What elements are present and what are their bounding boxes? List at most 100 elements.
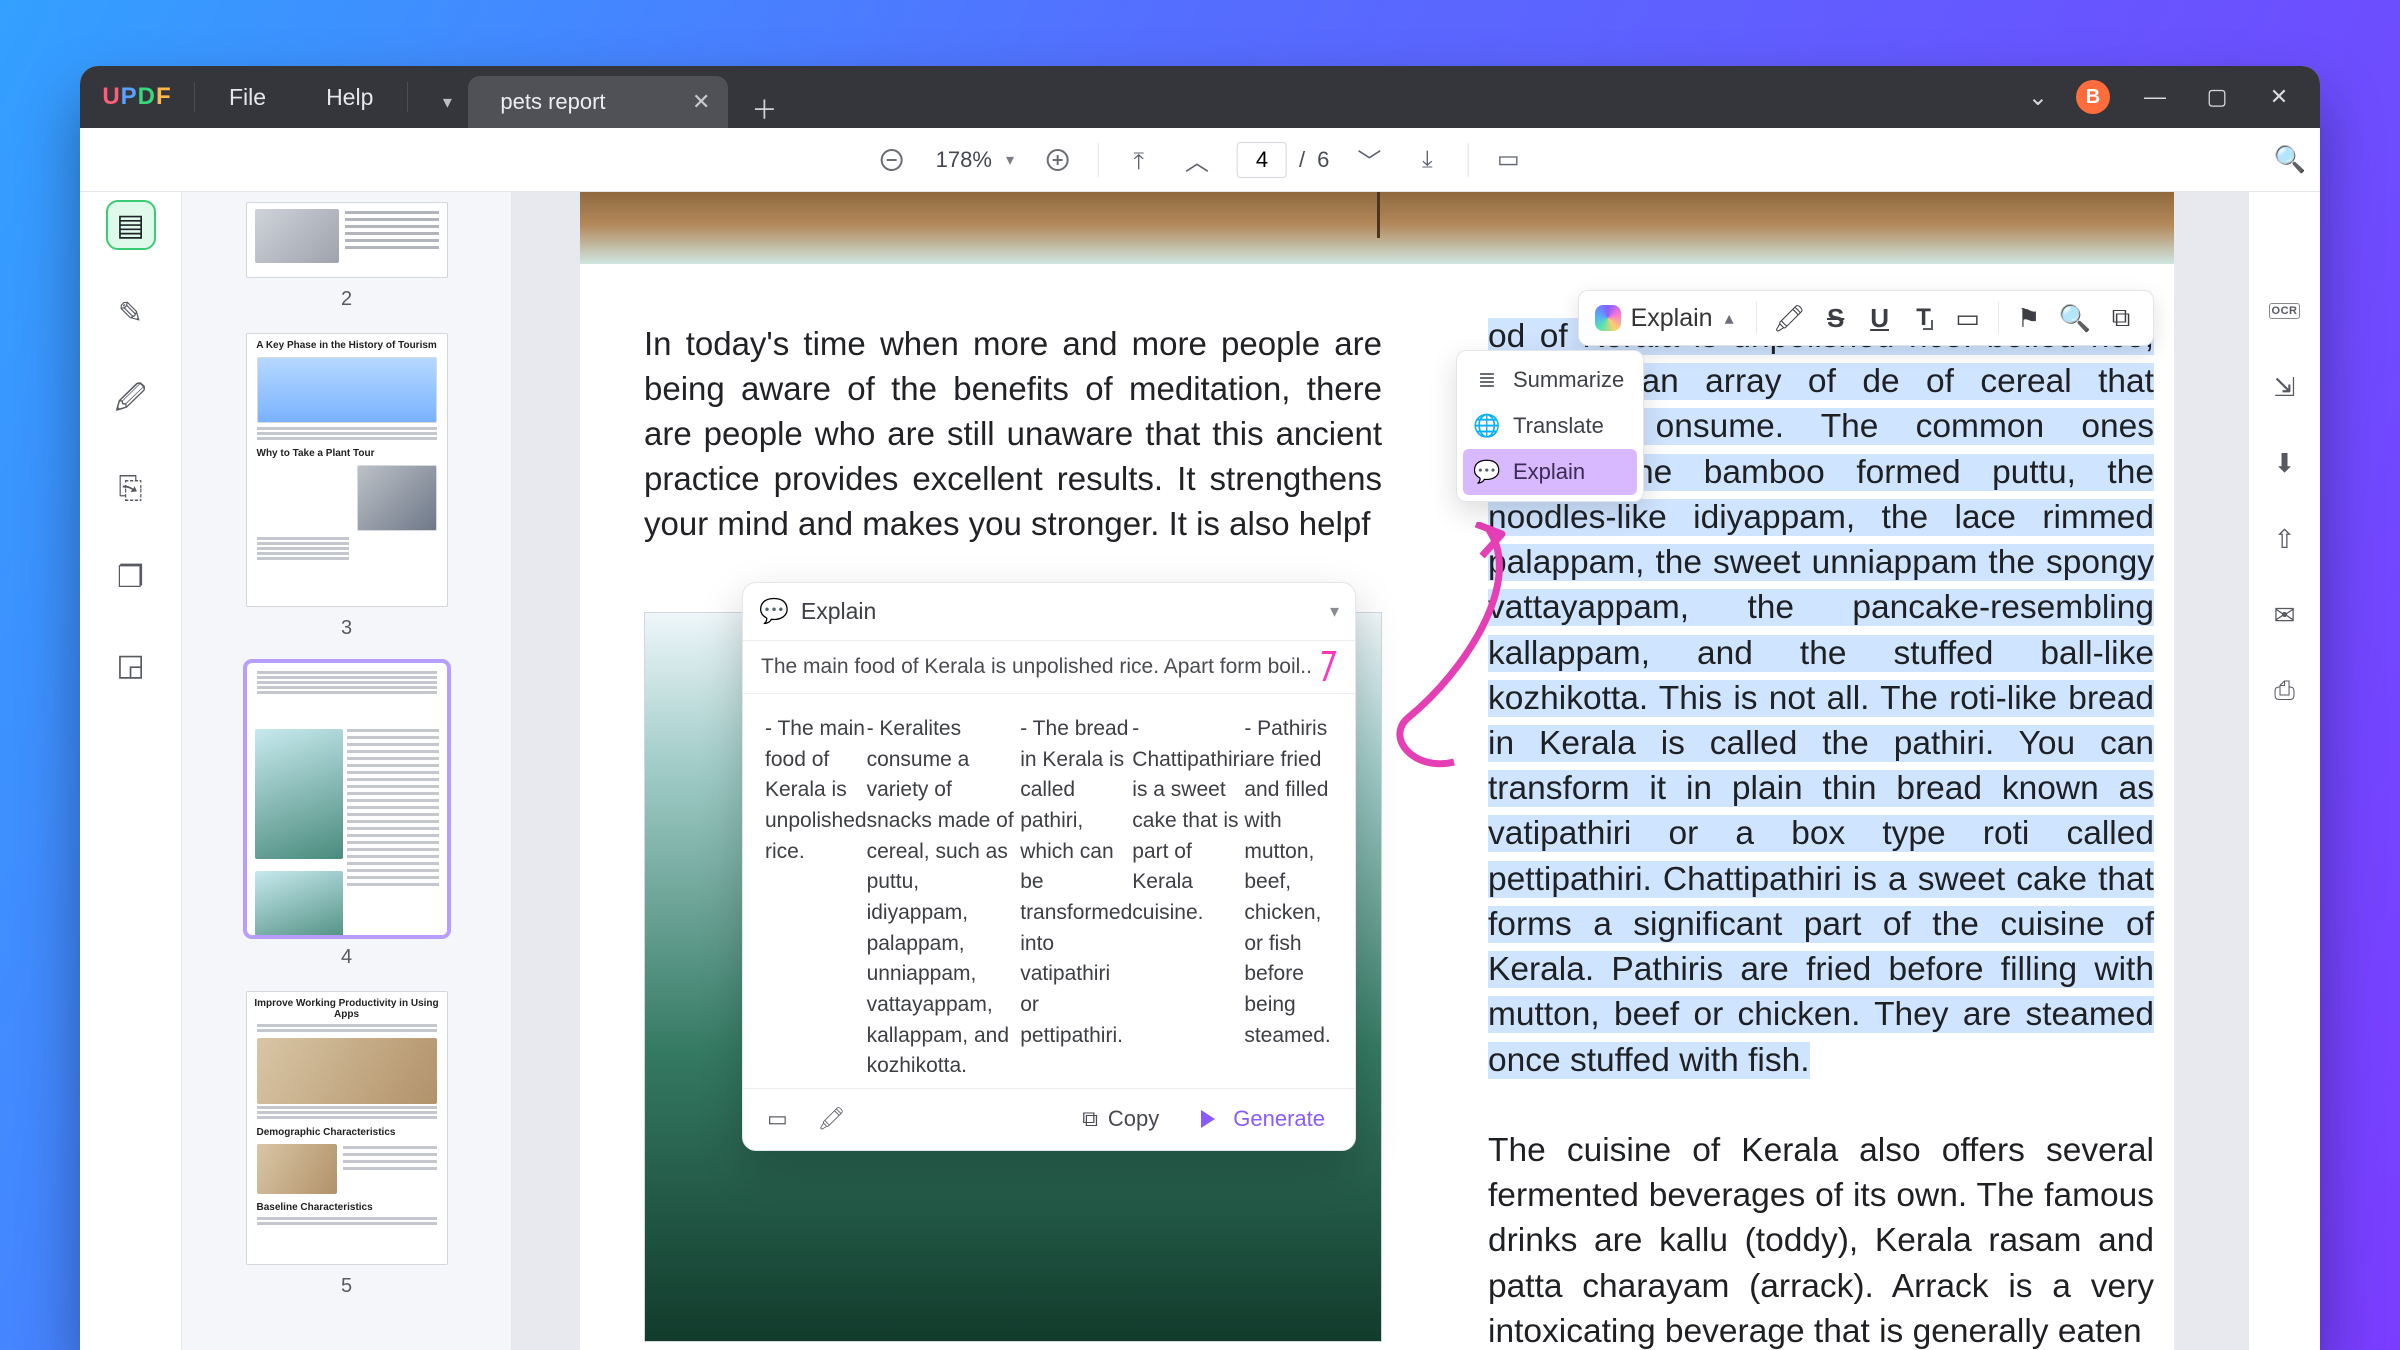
ai-menu-translate[interactable]: 🌐Translate [1457, 403, 1643, 449]
share-button[interactable]: ⇧ [2266, 520, 2304, 558]
ai-explain-panel: 💬 Explain ▾ The main food of Kerala is u… [742, 582, 1356, 1151]
close-icon[interactable]: ✕ [692, 89, 710, 115]
cursor-caret-icon [1312, 651, 1337, 681]
strikethrough-icon: S [1827, 303, 1844, 334]
page-header-image [580, 192, 2174, 264]
search-selection-button[interactable]: 🔍 [2051, 298, 2099, 338]
separator [1756, 302, 1757, 334]
copy-selection-button[interactable]: ⧉ [2099, 298, 2143, 338]
thumbnail-page-3[interactable]: A Key Phase in the History of Tourism Wh… [246, 333, 448, 607]
play-icon [1201, 1110, 1215, 1128]
window-controls: ⌄ B — ▢ ✕ [2028, 80, 2320, 114]
comment-button[interactable]: ▭ [1946, 298, 1990, 338]
save-icon: ⬇ [2274, 448, 2296, 479]
document-tab[interactable]: pets report ✕ [468, 76, 728, 128]
search-icon: 🔍 [2274, 144, 2306, 175]
tab-list-dropdown-icon[interactable]: ▾ [432, 76, 462, 128]
ai-menu-explain[interactable]: 💬 Explain [1463, 449, 1637, 495]
chat-history-button[interactable]: ▭ [759, 1098, 796, 1140]
pages-icon: ⎘ [119, 472, 143, 506]
strikethrough-button[interactable]: S [1814, 298, 1858, 338]
underline-icon: U [1870, 303, 1889, 334]
app-window: UPDF File Help ▾ pets report ✕ ＋ ⌄ B — ▢… [80, 66, 2320, 1350]
document-viewport[interactable]: In today's time when more and more peopl… [512, 192, 2248, 1350]
highlight-result-button[interactable]: 🖍 [810, 1098, 854, 1140]
page-stack-icon: ❐ [117, 560, 144, 595]
crop-tool-button[interactable]: ◲ [108, 642, 154, 688]
selection-toolbar: Explain ▴ 🖍 S U T ▭ ⚑ 🔍 ⧉ [1578, 290, 2154, 346]
crop-icon: ◲ [116, 648, 144, 683]
page-right-paragraph-2: The cuisine of Kerala also offers severa… [1488, 1132, 2154, 1350]
first-page-button[interactable]: ⤓ [1121, 142, 1157, 178]
email-button[interactable]: ✉ [2266, 596, 2304, 634]
prev-page-button[interactable]: ︿ [1179, 142, 1215, 178]
left-tool-rail: ▤ ✎ 🖉 ⎘ ❐ ◲ [80, 192, 182, 1350]
next-page-button[interactable]: ﹀ [1351, 142, 1387, 178]
button-label: Generate [1233, 1106, 1325, 1132]
thumbnail-page-4[interactable] [246, 662, 448, 936]
separator [1998, 302, 1999, 334]
search-in-page-icon: 🔍 [2059, 303, 2091, 334]
thumbnail-page-5[interactable]: Improve Working Productivity in Using Ap… [246, 991, 448, 1265]
chat-icon: ▭ [767, 1106, 788, 1132]
page-tools-button[interactable]: ❐ [108, 554, 154, 600]
plus-icon [1047, 149, 1069, 171]
separator [1467, 143, 1468, 177]
pdf-page: In today's time when more and more peopl… [580, 192, 2174, 1350]
export-button[interactable]: ⇲ [2266, 368, 2304, 406]
thumbnail-page-2[interactable] [246, 202, 448, 278]
page-input[interactable] [1237, 142, 1287, 178]
print-button[interactable]: ⎙ [2266, 672, 2304, 710]
new-tab-button[interactable]: ＋ [744, 88, 784, 128]
ocr-icon: OCR [2269, 303, 2301, 319]
copy-result-button[interactable]: ⧉Copy [1068, 1098, 1173, 1140]
bookmark-button[interactable]: ⚑ [2007, 298, 2051, 338]
maximize-button[interactable]: ▢ [2200, 84, 2234, 110]
app-body: ▤ ✎ 🖉 ⎘ ❐ ◲ 2 A Key Phase in the History… [80, 192, 2320, 1350]
chevron-down-icon[interactable]: ⌄ [2028, 83, 2048, 112]
chat-icon: 💬 [759, 597, 789, 626]
page-separator: / [1299, 147, 1305, 173]
menu-label: Summarize [1513, 367, 1624, 393]
thumbnail-number: 5 [341, 1275, 352, 1298]
ai-label: Explain [1631, 304, 1713, 333]
minimize-button[interactable]: — [2138, 84, 2172, 110]
separator [194, 82, 195, 112]
panel-header[interactable]: 💬 Explain ▾ [743, 583, 1355, 641]
share-icon: ⇧ [2274, 524, 2296, 555]
organize-pages-button[interactable]: ⎘ [108, 466, 154, 512]
save-button[interactable]: ⬇ [2266, 444, 2304, 482]
zoom-in-button[interactable] [1040, 142, 1076, 178]
ai-menu-summarize[interactable]: ≣ Summarize [1457, 357, 1643, 403]
list-icon: ≣ [1475, 368, 1499, 392]
edit-tool-button[interactable]: 🖉 [108, 378, 154, 424]
copy-icon: ⧉ [2112, 302, 2131, 334]
chat-icon: 💬 [1475, 460, 1499, 484]
search-button[interactable]: 🔍 [2260, 144, 2320, 175]
close-window-button[interactable]: ✕ [2262, 84, 2296, 110]
presentation-mode-button[interactable]: ▭ [1490, 142, 1526, 178]
menu-help[interactable]: Help [296, 84, 403, 111]
ocr-button[interactable]: OCR [2266, 292, 2304, 330]
separator [407, 82, 408, 112]
tab-strip: ▾ pets report ✕ ＋ [432, 66, 784, 128]
menu-file[interactable]: File [199, 84, 296, 111]
chevron-down-icon: ▾ [1006, 150, 1014, 170]
user-avatar[interactable]: B [2076, 80, 2110, 114]
thumbnail-number: 2 [341, 288, 352, 311]
text-style-button[interactable]: T [1902, 298, 1946, 338]
annotate-tool-button[interactable]: ✎ [108, 290, 154, 336]
generate-button[interactable]: Generate [1187, 1098, 1339, 1140]
zoom-out-button[interactable] [874, 142, 910, 178]
last-page-button[interactable]: ⤓ [1409, 142, 1445, 178]
highlight-color-button[interactable]: 🖍 [1765, 298, 1814, 338]
zoom-value: 178% [936, 147, 992, 173]
reader-mode-button[interactable]: ▤ [108, 202, 154, 248]
underline-button[interactable]: U [1858, 298, 1902, 338]
menu-label: Explain [1513, 459, 1585, 485]
menu-label: Translate [1513, 413, 1604, 439]
zoom-select[interactable]: 178% ▾ [932, 147, 1018, 173]
separator [1098, 143, 1099, 177]
page-total: 6 [1317, 147, 1329, 173]
ai-explain-dropdown[interactable]: Explain ▴ [1589, 304, 1748, 333]
